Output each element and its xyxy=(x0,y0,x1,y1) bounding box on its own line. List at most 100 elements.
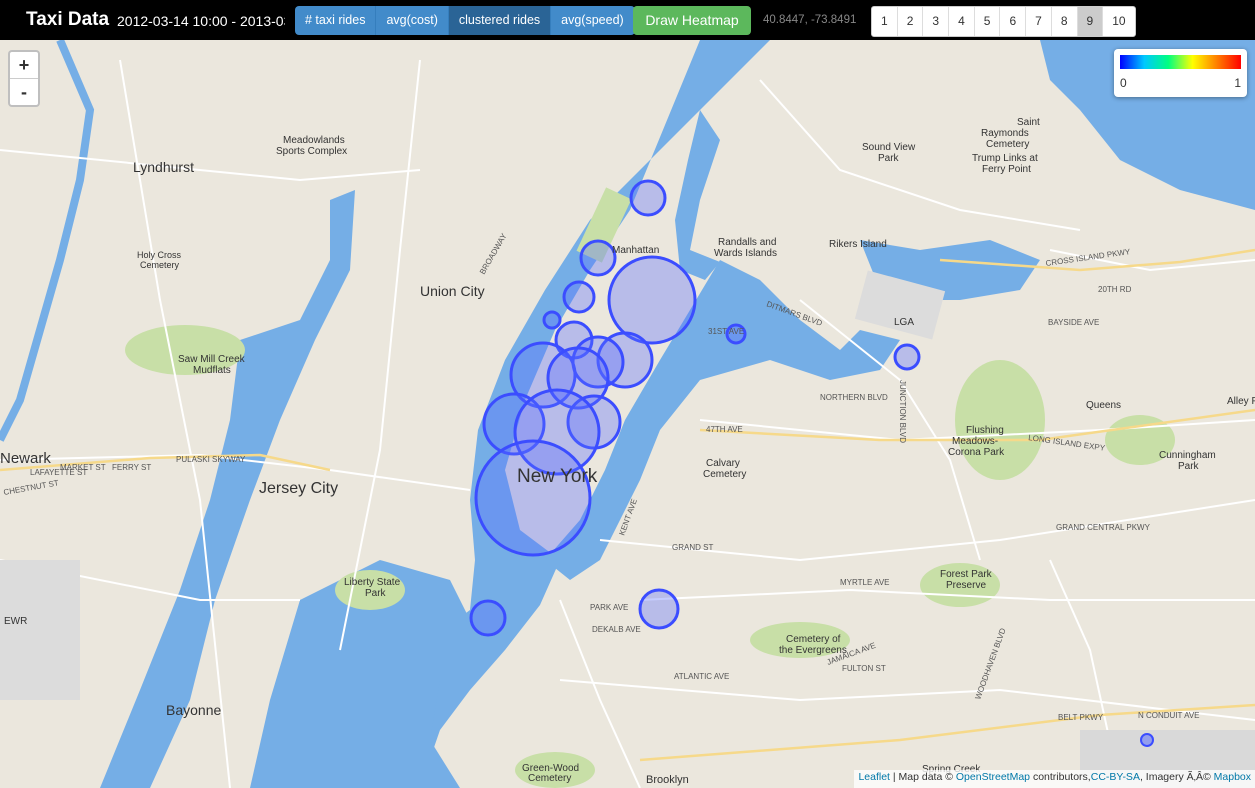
label-cemetery-of: Cemetery of xyxy=(786,634,841,645)
label-saint-cemetery: Cemetery xyxy=(986,139,1029,150)
label-raymonds: Raymonds xyxy=(981,128,1029,139)
color-legend: 0 1 xyxy=(1114,49,1247,97)
label-lyndhurst: Lyndhurst xyxy=(133,159,194,175)
label-forest-preserve: Preserve xyxy=(946,580,986,591)
street-label: 20TH RD xyxy=(1098,285,1132,294)
label-wards-islands: Wards Islands xyxy=(714,248,777,259)
cluster-circle[interactable] xyxy=(469,599,507,637)
label-holy-cross: Holy Cross xyxy=(137,250,182,260)
app-title[interactable]: Taxi Data xyxy=(26,9,109,31)
map-attribution: Leaflet | Map data © OpenStreetMap contr… xyxy=(854,770,1255,788)
mapbox-link[interactable]: Mapbox xyxy=(1214,771,1251,783)
legend-max: 1 xyxy=(1234,76,1241,90)
street-label: FULTON ST xyxy=(842,664,886,673)
zoom-in-button[interactable]: + xyxy=(10,52,38,79)
metric-button-clustered-rides[interactable]: clustered rides xyxy=(448,6,552,35)
label-mudflats: Mudflats xyxy=(193,365,231,376)
label-flushing-meadows: Meadows- xyxy=(952,436,998,447)
cluster-circle[interactable] xyxy=(562,280,596,314)
cluster-circle[interactable] xyxy=(579,239,617,277)
metric-button-taxi-rides[interactable]: # taxi rides xyxy=(295,6,377,35)
label-flushing: Flushing xyxy=(966,425,1004,436)
label-sound-view-park: Park xyxy=(878,153,900,164)
street-label: GRAND ST xyxy=(672,543,713,552)
street-label: PARK AVE xyxy=(590,603,628,612)
label-lga: LGA xyxy=(894,317,914,328)
street-label: FERRY ST xyxy=(112,463,151,472)
label-liberty-park: Park xyxy=(365,588,387,599)
cursor-coordinates: 40.8447, -73.8491 xyxy=(763,14,857,26)
cluster-circle[interactable] xyxy=(542,310,562,330)
page-button-7[interactable]: 7 xyxy=(1026,7,1052,36)
page-selector: 1 2 3 4 5 6 7 8 9 10 xyxy=(871,6,1136,37)
page-button-9[interactable]: 9 xyxy=(1077,7,1104,36)
attribution-contrib: contributors, xyxy=(1030,771,1091,783)
label-brooklyn: Brooklyn xyxy=(646,774,689,786)
page-button-8[interactable]: 8 xyxy=(1052,7,1078,36)
metric-button-avg-speed[interactable]: avg(speed) xyxy=(551,6,635,35)
label-forest-park: Forest Park xyxy=(940,569,993,580)
label-liberty-state: Liberty State xyxy=(344,577,401,588)
street-label: NORTHERN BLVD xyxy=(820,393,888,402)
map-canvas[interactable]: New York Jersey City Union City Newark B… xyxy=(0,40,1255,788)
label-ewr: EWR xyxy=(4,616,27,627)
cluster-circle[interactable] xyxy=(1140,733,1154,747)
label-sports-complex: Sports Complex xyxy=(276,146,347,157)
street-label: DEKALB AVE xyxy=(592,625,641,634)
page-button-5[interactable]: 5 xyxy=(975,7,1001,36)
street-label: 47TH AVE xyxy=(706,425,743,434)
date-range: 2012-03-14 10:00 - 2013-03-14 10:00 xyxy=(117,13,285,29)
label-ferry-point: Ferry Point xyxy=(982,164,1031,175)
top-navbar: Taxi Data 2012-03-14 10:00 - 2013-03-14 … xyxy=(0,0,1255,40)
legend-min: 0 xyxy=(1120,76,1127,90)
cluster-circle[interactable] xyxy=(629,179,667,217)
street-label: PULASKI SKYWAY xyxy=(176,455,246,464)
label-meadowlands: Meadowlands xyxy=(283,135,345,146)
label-sawmill: Saw Mill Creek xyxy=(178,354,246,365)
cluster-circle[interactable] xyxy=(607,255,697,345)
cluster-circle[interactable] xyxy=(474,439,592,557)
street-label: 31ST AVE xyxy=(708,327,744,336)
street-label: BELT PKWY xyxy=(1058,713,1104,722)
label-new-york: New York xyxy=(517,466,598,487)
cluster-circle[interactable] xyxy=(893,343,921,371)
label-cunningham-park: Park xyxy=(1178,461,1200,472)
label-calvary-cemetery: Cemetery xyxy=(703,469,746,480)
cluster-circle[interactable] xyxy=(638,588,680,630)
page-button-1[interactable]: 1 xyxy=(872,7,898,36)
page-button-10[interactable]: 10 xyxy=(1103,7,1134,36)
license-link[interactable]: CC-BY-SA xyxy=(1091,771,1140,783)
page-button-3[interactable]: 3 xyxy=(923,7,950,36)
street-label: JUNCTION BLVD xyxy=(898,380,907,443)
metric-button-group: # taxi rides avg(cost) clustered rides a… xyxy=(295,6,635,35)
legend-gradient xyxy=(1120,55,1241,69)
label-cunningham: Cunningham xyxy=(1159,450,1216,461)
page-button-4[interactable]: 4 xyxy=(949,7,975,36)
label-queens: Queens xyxy=(1086,400,1121,411)
street-label: GRAND CENTRAL PKWY xyxy=(1056,523,1151,532)
page-button-2[interactable]: 2 xyxy=(898,7,924,36)
street-label: BAYSIDE AVE xyxy=(1048,318,1099,327)
label-bayonne: Bayonne xyxy=(166,702,221,718)
leaflet-link[interactable]: Leaflet xyxy=(858,771,890,783)
street-label: LAFAYETTE ST xyxy=(30,468,87,477)
attribution-imagery: , Imagery Ã‚Â© xyxy=(1139,771,1214,783)
label-corona-park: Corona Park xyxy=(948,447,1005,458)
zoom-out-button[interactable]: - xyxy=(10,79,38,105)
label-saint: Saint xyxy=(1017,117,1040,128)
label-holy-cross-cemetery: Cemetery xyxy=(140,260,180,270)
label-union-city: Union City xyxy=(420,283,485,299)
label-trump-links: Trump Links at xyxy=(972,153,1038,164)
attribution-text: | Map data © xyxy=(889,771,956,783)
label-alley-pond: Alley P xyxy=(1227,396,1255,407)
zoom-control: + - xyxy=(8,50,40,107)
label-rikers-island: Rikers Island xyxy=(829,239,887,250)
page-button-6[interactable]: 6 xyxy=(1000,7,1027,36)
ewr-airport xyxy=(0,560,80,700)
street-label: MYRTLE AVE xyxy=(840,578,890,587)
label-newark: Newark xyxy=(0,450,51,467)
metric-button-avg-cost[interactable]: avg(cost) xyxy=(376,6,449,35)
label-green-wood-cemetery: Cemetery xyxy=(528,773,571,784)
draw-heatmap-button[interactable]: Draw Heatmap xyxy=(633,6,751,35)
osm-link[interactable]: OpenStreetMap xyxy=(956,771,1030,783)
